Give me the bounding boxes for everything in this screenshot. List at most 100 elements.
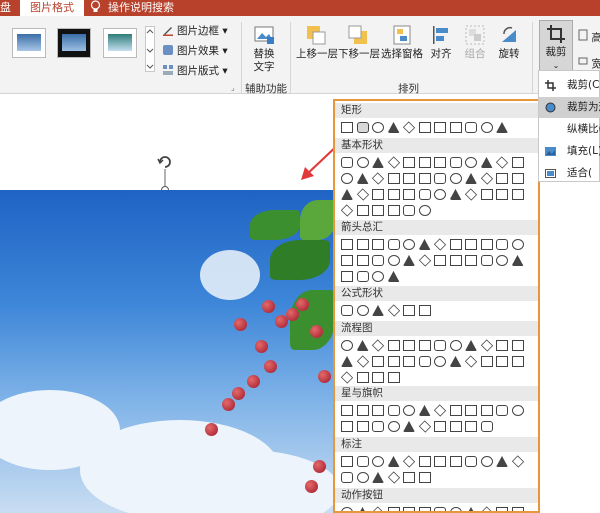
shape-option[interactable] [403, 173, 415, 184]
shape-option[interactable] [387, 340, 400, 351]
shape-option[interactable] [340, 204, 354, 217]
shape-option[interactable] [403, 340, 415, 351]
tab-partial[interactable]: 盘 [0, 0, 11, 16]
shape-option[interactable] [480, 456, 493, 467]
shape-option[interactable] [434, 340, 446, 351]
shape-option[interactable] [464, 355, 478, 368]
shape-option[interactable] [465, 456, 477, 467]
picture-layout-button[interactable]: 图片版式 ▾ [162, 63, 228, 78]
shape-option[interactable] [480, 356, 493, 367]
shape-option[interactable] [511, 455, 524, 468]
shape-option[interactable] [341, 239, 353, 250]
menu-item-fit[interactable]: 适合( [539, 163, 600, 184]
shape-option[interactable] [341, 271, 353, 282]
shape-option[interactable] [511, 173, 524, 184]
menu-item-crop[interactable]: 裁剪(C) [539, 75, 600, 96]
shape-option[interactable] [480, 172, 493, 185]
shape-option[interactable] [371, 339, 385, 352]
crop-button[interactable]: 裁剪 ⌄ [539, 20, 573, 72]
shape-option[interactable] [356, 239, 369, 250]
shape-option[interactable] [434, 173, 446, 184]
shape-option[interactable] [356, 271, 369, 282]
shape-option[interactable] [387, 156, 400, 169]
shape-option[interactable] [511, 507, 524, 511]
shape-option[interactable] [418, 189, 431, 200]
shape-option[interactable] [387, 304, 400, 317]
shape-option[interactable] [387, 456, 400, 467]
shape-option[interactable] [418, 356, 431, 367]
shape-option[interactable] [341, 507, 353, 511]
send-backward-button[interactable]: 下移一层 [338, 24, 380, 61]
shape-option[interactable] [418, 157, 431, 168]
shape-option[interactable] [434, 189, 446, 200]
shape-option[interactable] [356, 421, 369, 432]
shape-option[interactable] [356, 355, 369, 368]
selected-picture[interactable] [0, 190, 336, 513]
picture-style-3[interactable] [103, 28, 137, 58]
shape-option[interactable] [449, 157, 462, 168]
shape-option[interactable] [387, 372, 400, 383]
shape-option[interactable] [480, 421, 493, 432]
shape-option[interactable] [464, 188, 478, 201]
shape-option[interactable] [418, 340, 431, 351]
shape-option[interactable] [434, 456, 446, 467]
shape-option[interactable] [341, 189, 353, 200]
shape-option[interactable] [418, 456, 431, 467]
shape-option[interactable] [465, 340, 477, 351]
shape-option[interactable] [511, 157, 524, 168]
shape-option[interactable] [372, 122, 384, 133]
shape-option[interactable] [465, 405, 477, 416]
shape-option[interactable] [372, 421, 384, 432]
shape-option[interactable] [511, 405, 524, 416]
shape-option[interactable] [341, 305, 353, 316]
shape-option[interactable] [449, 456, 462, 467]
shape-option[interactable] [418, 405, 431, 416]
shape-option[interactable] [356, 157, 369, 168]
shape-option[interactable] [403, 255, 415, 266]
shape-option[interactable] [387, 271, 400, 282]
shape-option[interactable] [403, 507, 415, 511]
shape-option[interactable] [387, 356, 400, 367]
picture-effects-button[interactable]: 图片效果 ▾ [162, 43, 228, 58]
shape-option[interactable] [449, 173, 462, 184]
shape-option[interactable] [372, 271, 384, 282]
shape-option[interactable] [372, 157, 384, 168]
shape-option[interactable] [434, 421, 446, 432]
height-field[interactable]: 高 [578, 29, 600, 45]
shape-option[interactable] [418, 507, 431, 511]
shape-option[interactable] [372, 405, 384, 416]
shape-option[interactable] [480, 157, 493, 168]
shape-option[interactable] [449, 122, 462, 133]
shape-option[interactable] [465, 255, 477, 266]
shape-option[interactable] [387, 122, 400, 133]
shape-option[interactable] [480, 239, 493, 250]
shape-option[interactable] [496, 189, 508, 200]
shape-option[interactable] [372, 239, 384, 250]
shape-option[interactable] [356, 122, 369, 133]
shape-option[interactable] [356, 205, 369, 216]
picture-style-1[interactable] [12, 28, 46, 58]
shape-option[interactable] [449, 189, 462, 200]
shape-option[interactable] [387, 173, 400, 184]
shape-option[interactable] [356, 405, 369, 416]
shape-option[interactable] [511, 255, 524, 266]
shape-option[interactable] [341, 456, 353, 467]
shape-option[interactable] [403, 472, 415, 483]
shape-option[interactable] [341, 421, 353, 432]
shape-option[interactable] [480, 339, 493, 352]
shape-option[interactable] [356, 507, 369, 511]
align-button[interactable]: 对齐 [428, 24, 454, 61]
picture-border-button[interactable]: 图片边框 ▾ [162, 23, 228, 38]
shape-option[interactable] [496, 456, 508, 467]
shape-option[interactable] [465, 421, 477, 432]
shape-option[interactable] [418, 472, 431, 483]
shape-option[interactable] [496, 405, 508, 416]
shape-option[interactable] [356, 472, 369, 483]
menu-item-crop-to-shape[interactable]: 裁剪为形 [539, 97, 600, 118]
shape-option[interactable] [403, 157, 415, 168]
alt-text-button[interactable]: 替换 文字 [249, 24, 279, 74]
shape-option[interactable] [511, 356, 524, 367]
shape-option[interactable] [449, 421, 462, 432]
shape-option[interactable] [449, 405, 462, 416]
shape-option[interactable] [495, 156, 509, 169]
